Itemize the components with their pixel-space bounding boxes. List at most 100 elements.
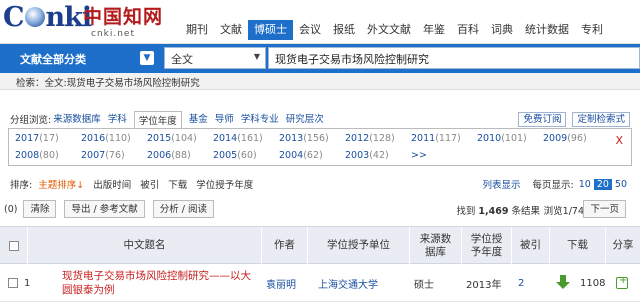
col-share: 分享 [612, 239, 634, 251]
year-value: 2013 [279, 133, 304, 144]
year-link[interactable]: 2017(17) [15, 133, 81, 144]
year-count: (110) [105, 133, 131, 144]
year-count: (101) [501, 133, 527, 144]
sort-bar: 排序: 主题排序↓ 出版时间 被引 下载 学位授予年度 列表显示 每页显示: 10 20 5… [0, 176, 640, 192]
col-title[interactable]: 中文题名 [28, 227, 262, 264]
group-item[interactable]: 学位年度 [133, 110, 182, 128]
row-cited-link[interactable]: 2 [518, 278, 524, 289]
per-page-options: 10 20 50 [576, 178, 630, 190]
row-title-link[interactable]: 现货电子交易市场风险控制研究——以大圆银泰为例 [62, 269, 260, 297]
sort-option-label: 学位授予年度 [196, 180, 254, 191]
category-button[interactable]: 文献全部分类 [0, 44, 160, 73]
sort-option[interactable]: 下载 [168, 177, 187, 191]
row-unit-link[interactable]: 上海交通大学 [318, 276, 378, 291]
nav-tab[interactable]: 专利 [575, 20, 609, 40]
group-item[interactable]: 学科 [108, 111, 127, 128]
year-value: 2015 [147, 133, 172, 144]
row-download-cell [556, 264, 570, 302]
col-year[interactable]: 学位授予年度 [462, 227, 512, 264]
nav-tab[interactable]: 期刊 [180, 20, 214, 40]
year-link[interactable]: 2014(161) [213, 133, 279, 144]
free-subscribe-button[interactable]: 免费订阅 [518, 112, 567, 127]
row-number: 1 [24, 277, 31, 289]
dropdown-arrow-icon: ▼ [253, 52, 260, 61]
per-page-option[interactable]: 50 [612, 179, 630, 190]
search-bar: 文献全部分类 ▼ 全文 ▼ 现货电子交易市场风险控制研究 [0, 44, 640, 73]
nav-tab[interactable]: 会议 [293, 20, 327, 40]
year-value: 2012 [345, 133, 370, 144]
row-checkbox[interactable] [8, 278, 18, 288]
year-filter-box: 2017(17) 2016(110) 2015(104) 2014(161) 2013(… [8, 128, 632, 166]
select-all-checkbox[interactable] [8, 240, 19, 251]
sort-option[interactable]: 学位授予年度 [196, 177, 253, 191]
row-unit-cell: 上海交通大学 [318, 264, 378, 302]
export-button[interactable]: 导出 / 参考文献 [64, 200, 145, 218]
list-view-link[interactable]: 列表显示 [483, 177, 521, 191]
search-input[interactable]: 现货电子交易市场风险控制研究 [268, 47, 640, 69]
col-cited[interactable]: 被引 [512, 227, 550, 264]
year-link[interactable]: 2012(128) [345, 133, 411, 144]
chevron-down-icon[interactable]: ▼ [140, 51, 154, 65]
logo-cn: 中国知网 [83, 6, 164, 28]
field-select[interactable]: 全文 ▼ [164, 47, 266, 69]
subscribe-buttons: 免费订阅 定制检索式 [512, 112, 630, 127]
sort-label: 排序: [10, 180, 33, 191]
row-author-link[interactable]: 袁丽明 [266, 276, 296, 291]
globe-icon [24, 7, 45, 27]
clear-button[interactable]: 清除 [23, 200, 57, 218]
custom-search-button[interactable]: 定制检索式 [572, 112, 630, 127]
col-author[interactable]: 作者 [262, 227, 308, 264]
year-link[interactable]: 2007(76) [81, 150, 147, 161]
year-link[interactable]: 2015(104) [147, 133, 213, 144]
nav-tab[interactable]: 文献 [214, 20, 248, 40]
year-link[interactable]: 2016(110) [81, 133, 147, 144]
year-link[interactable]: 2013(156) [279, 133, 345, 144]
share-icon[interactable] [616, 275, 628, 289]
breadcrumb: 检索：全文:现货电子交易市场风险控制研究 [0, 73, 640, 90]
group-item[interactable]: 基金 [189, 111, 208, 128]
sort-option-label: 主题排序 [38, 180, 77, 191]
next-page-button[interactable]: 下一页 [583, 200, 626, 218]
group-item[interactable]: 研究层次 [286, 111, 324, 128]
nav-tab[interactable]: 报纸 [327, 20, 361, 40]
year-link[interactable]: 2010(101) [477, 133, 543, 144]
nav-tab[interactable]: 外文文献 [361, 20, 417, 40]
row-share-cell [616, 264, 628, 302]
year-row: 2008(80) 2007(76) 2006(88) 2005(60) 2004(62)… [15, 150, 431, 161]
col-database[interactable]: 来源数据库 [410, 227, 462, 264]
col-unit[interactable]: 学位授予单位 [308, 227, 410, 264]
group-label: 分组浏览: [10, 115, 52, 126]
close-icon[interactable]: X [615, 134, 623, 147]
year-link[interactable]: 2011(117) [411, 133, 477, 144]
year-link[interactable]: 2006(88) [147, 150, 213, 161]
group-item[interactable]: 学科专业 [241, 111, 279, 128]
nav-tab[interactable]: 统计数据 [519, 20, 575, 40]
year-link[interactable]: 2003(42) [345, 150, 411, 161]
group-item[interactable]: 来源数据库 [53, 111, 101, 128]
year-link[interactable]: 2005(60) [213, 150, 279, 161]
year-count: (80) [39, 150, 59, 161]
sort-option[interactable]: 被引 [140, 177, 159, 191]
analyze-button[interactable]: 分析 / 阅读 [152, 200, 214, 218]
group-item[interactable]: 导师 [215, 111, 234, 128]
year-count: (104) [171, 133, 197, 144]
group-items: 来源数据库 学科 学位年度 基金 导师 学科专业 研究层次 [53, 110, 331, 128]
year-count: (128) [369, 133, 395, 144]
download-icon[interactable] [556, 275, 570, 291]
per-page-option[interactable]: 20 [593, 178, 612, 190]
cnki-logo[interactable]: Cnki 中国知网 cnki.net [3, 2, 173, 42]
per-page-option[interactable]: 10 [576, 179, 594, 190]
nav-tab[interactable]: 词典 [485, 20, 519, 40]
sort-option[interactable]: 出版时间 [93, 177, 131, 191]
nav-tab[interactable]: 百科 [451, 20, 485, 40]
year-link[interactable]: >> [411, 150, 431, 161]
col-downloads[interactable]: 下载 [550, 227, 606, 264]
top-nav: 期刊 文献 博硕士 会议 报纸 外文文献 年鉴 百科 词典 统计数据 专利 [180, 20, 609, 40]
row-cited-cell: 2 [518, 264, 524, 302]
year-link[interactable]: 2008(80) [15, 150, 81, 161]
nav-tab[interactable]: 年鉴 [417, 20, 451, 40]
nav-tab[interactable]: 博硕士 [248, 20, 293, 40]
sort-option[interactable]: 主题排序↓ [38, 177, 84, 191]
year-link[interactable]: 2009(96) [543, 133, 609, 144]
year-link[interactable]: 2004(62) [279, 150, 345, 161]
